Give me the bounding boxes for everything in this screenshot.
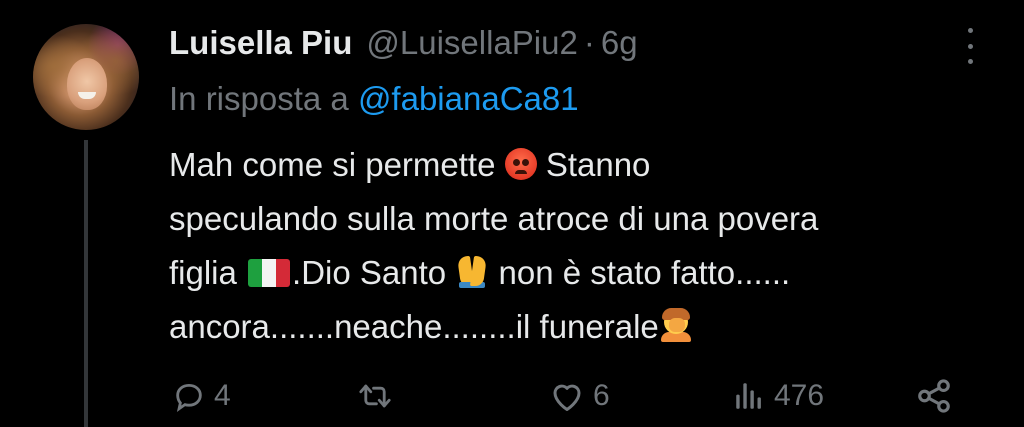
text-segment: figlia xyxy=(169,254,237,291)
angry-face-emoji-icon xyxy=(504,148,537,180)
reply-mention-link[interactable]: @fabianaCa81 xyxy=(358,80,579,117)
heart-icon xyxy=(549,379,585,413)
like-count: 6 xyxy=(593,379,610,412)
retweet-button[interactable] xyxy=(355,366,403,426)
tweet-text-line-4: ancora.......neache........il funerale xyxy=(169,300,999,354)
tweet[interactable]: Luisella Piu @LuisellaPiu2 · 6g In rispo… xyxy=(0,0,1024,427)
retweet-icon xyxy=(355,379,395,413)
author-handle[interactable]: @LuisellaPiu2 xyxy=(366,24,577,62)
text-segment: ancora.......neache........il funerale xyxy=(169,308,659,345)
text-segment: .Dio Santo xyxy=(292,254,447,291)
views-chart-icon xyxy=(732,379,766,413)
views-count: 476 xyxy=(774,379,825,412)
text-segment: non è stato fatto...... xyxy=(498,254,791,291)
like-button[interactable]: 6 xyxy=(549,366,610,426)
avatar[interactable] xyxy=(33,24,139,130)
tweet-text-line-3: figlia .Dio Santo non è stato fatto.....… xyxy=(169,246,999,300)
tweet-actions-bar: 4 6 476 xyxy=(0,366,1024,426)
text-segment: Stanno xyxy=(545,146,651,183)
share-icon xyxy=(914,377,954,415)
tweet-timestamp[interactable]: 6g xyxy=(601,24,638,62)
author-name[interactable]: Luisella Piu xyxy=(169,24,352,62)
folded-hands-emoji-icon xyxy=(455,254,489,288)
share-button[interactable] xyxy=(914,366,954,426)
more-dot xyxy=(967,43,973,49)
reply-label: In risposta a xyxy=(169,80,349,117)
tweet-header: Luisella Piu @LuisellaPiu2 · 6g xyxy=(169,24,638,64)
reply-icon xyxy=(172,379,206,413)
more-dot xyxy=(967,28,973,33)
reply-count: 4 xyxy=(214,379,231,412)
reply-button[interactable]: 4 xyxy=(172,366,231,426)
tweet-text-line-1: Mah come si permette Stanno xyxy=(169,138,999,192)
tweet-text: Mah come si permette Stanno speculando s… xyxy=(169,138,999,354)
tweet-text-line-2: speculando sulla morte atroce di una pov… xyxy=(169,200,819,237)
header-separator: · xyxy=(583,24,595,61)
views-button[interactable]: 476 xyxy=(732,366,824,426)
text-segment: Mah come si permette xyxy=(169,146,496,183)
more-options-icon[interactable] xyxy=(960,28,980,64)
person-facepalming-emoji-icon xyxy=(659,308,693,342)
avatar-face xyxy=(67,58,107,110)
italy-flag-emoji-icon xyxy=(248,259,291,287)
more-dot xyxy=(967,59,973,64)
reply-context: In risposta a @fabianaCa81 xyxy=(169,80,579,118)
